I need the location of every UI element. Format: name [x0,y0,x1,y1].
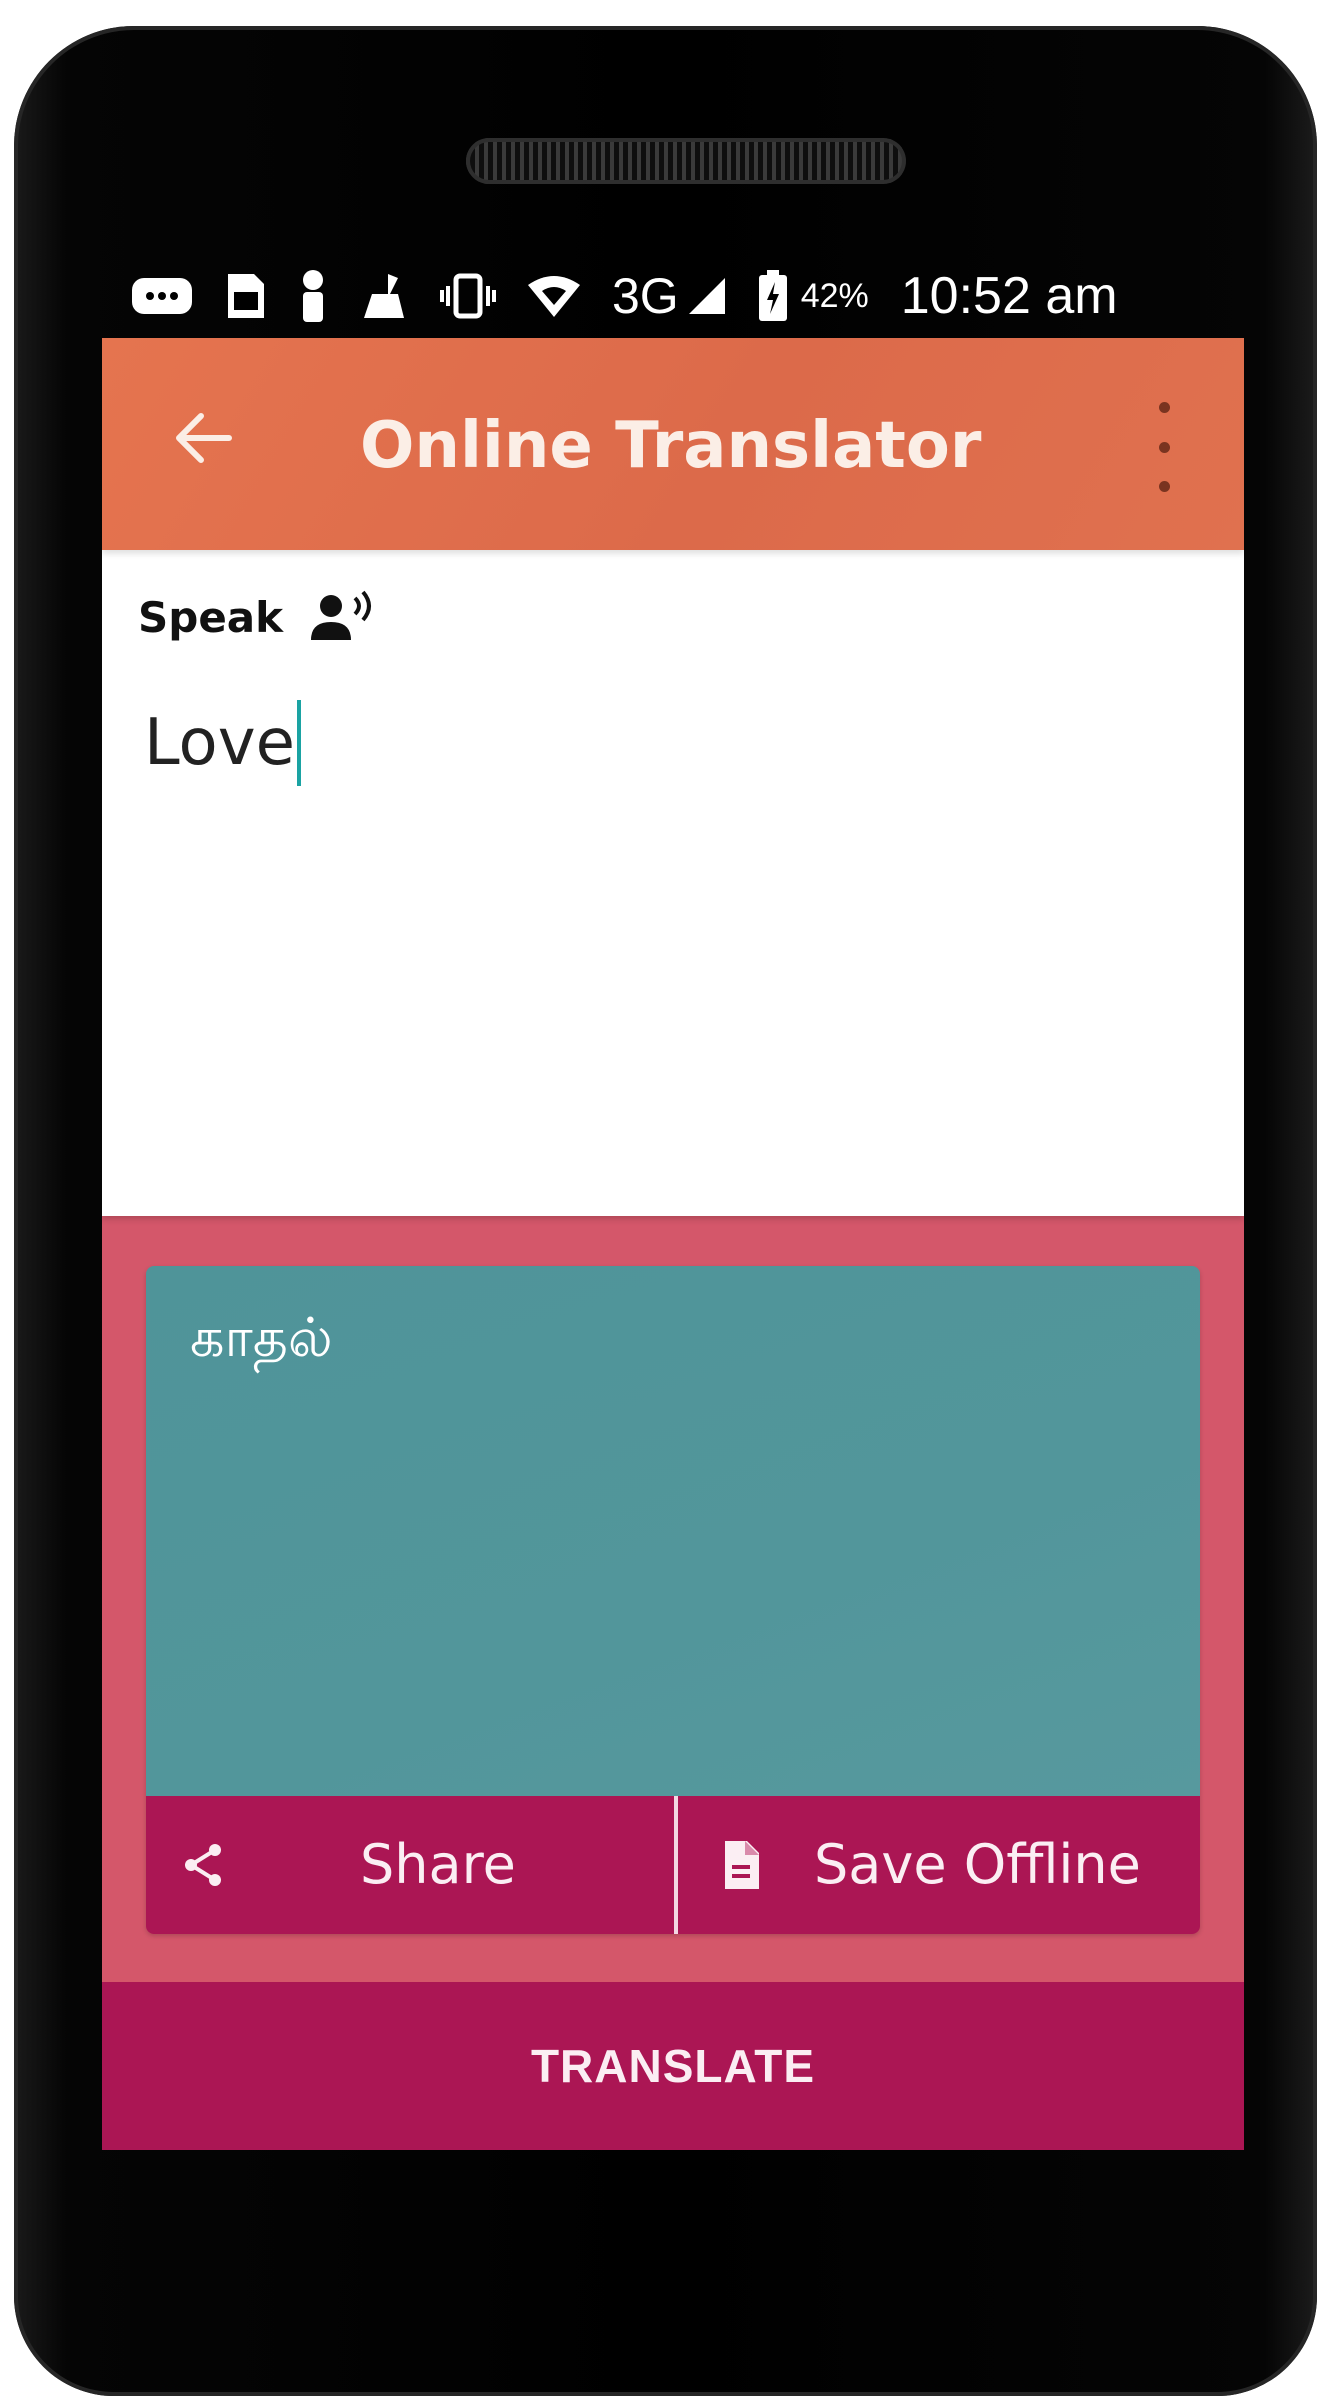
source-text-value: Love [144,706,295,780]
speak-button[interactable]: Speak [138,590,377,644]
translation-output-area: காதல் [146,1266,1200,1796]
more-vert-dot [1158,481,1170,492]
app-bar: Online Translator [102,338,1244,550]
translation-actions: Share Save Offline [146,1796,1200,1934]
record-voice-icon [311,590,377,644]
translation-card: காதல் Share Save Offline [146,1266,1200,1934]
save-offline-label: Save Offline [814,1833,1141,1896]
translate-button[interactable]: TRANSLATE [102,1982,1244,2150]
vibrate-icon [440,266,496,326]
earpiece-speaker [466,138,906,184]
person-icon [298,266,328,326]
share-label: Share [360,1833,516,1896]
share-button[interactable]: Share [146,1796,674,1934]
arrow-left-icon [176,413,232,463]
status-bar: 3G 42% 10:52 am [130,258,1220,334]
battery-icon [757,266,789,326]
clock-time: 10:52 am [900,267,1118,325]
battery-percent: 42% [800,276,869,315]
translate-label: TRANSLATE [530,2040,816,2092]
text-caret [296,700,301,786]
overflow-menu-button[interactable] [1144,402,1184,492]
more-vert-icon [1158,402,1170,413]
network-type: 3G [612,268,679,324]
translation-text: காதல் [190,1306,333,1369]
more-vert-dot [1158,441,1170,453]
save-offline-button[interactable]: Save Offline [678,1796,1200,1934]
source-text-card[interactable]: Speak Love [102,550,1244,1216]
message-icon [130,266,194,326]
back-button[interactable] [162,398,242,478]
sim-icon [224,266,268,326]
signal-icon [687,266,727,326]
source-text-input[interactable]: Love [144,700,301,786]
wifi-icon [526,266,582,326]
share-icon [178,1840,228,1890]
document-icon [716,1840,766,1890]
speak-label: Speak [138,592,284,642]
cleaner-icon [358,266,410,326]
app-title: Online Translator [360,409,982,483]
app-screen: Online Translator Speak Love காதல் Share… [102,338,1244,2150]
